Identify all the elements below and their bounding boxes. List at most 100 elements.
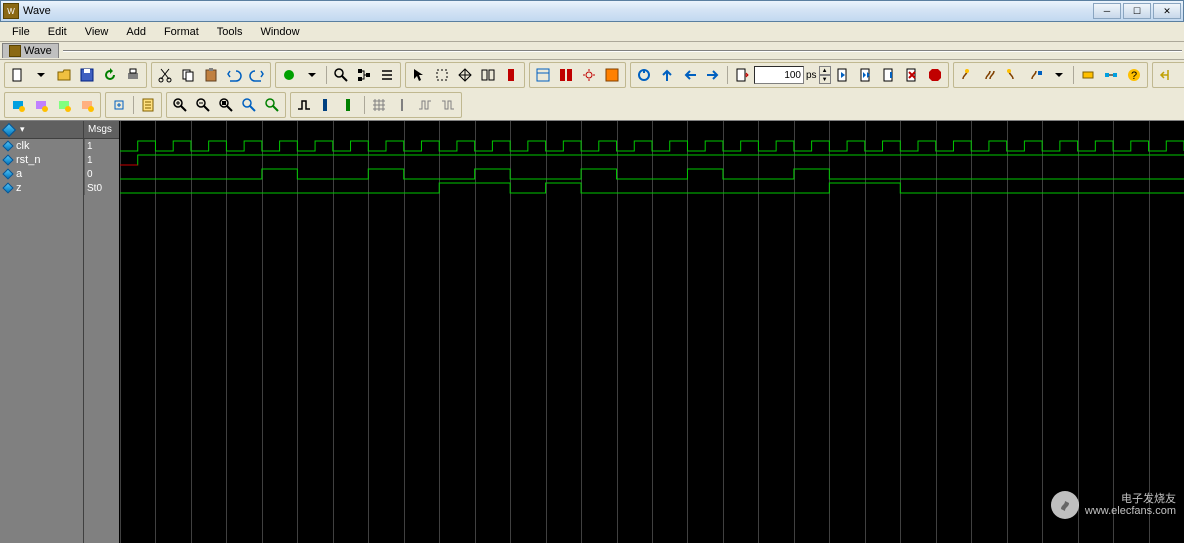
signal-panel-header[interactable]: ▾ [0, 121, 83, 139]
signal-value-z: St0 [84, 181, 119, 195]
waveform-canvas[interactable] [120, 121, 1184, 543]
signal-row-z[interactable]: z [0, 181, 83, 195]
settings-button[interactable] [578, 64, 600, 86]
minimize-button[interactable]: ─ [1093, 3, 1121, 19]
break-button[interactable] [500, 64, 522, 86]
new-dropdown[interactable] [30, 64, 52, 86]
signal-header-icon [4, 125, 14, 135]
open-button[interactable] [53, 64, 75, 86]
wave-format-analog-button[interactable] [339, 94, 361, 116]
paste-button[interactable] [200, 64, 222, 86]
zoom-out-button[interactable] [192, 94, 214, 116]
run-back-button[interactable] [679, 64, 701, 86]
waveform-clk [120, 139, 1184, 153]
print-button[interactable] [122, 64, 144, 86]
expand-button[interactable] [108, 94, 130, 116]
run-all-button[interactable] [855, 64, 877, 86]
cursor3-button[interactable] [1002, 64, 1024, 86]
wave-format-literal-button[interactable] [316, 94, 338, 116]
cut-button[interactable] [154, 64, 176, 86]
document-tab-bar: Wave [0, 42, 1184, 60]
run-time-input[interactable] [754, 66, 804, 84]
waveform-a [120, 167, 1184, 181]
wave-tab[interactable]: Wave [2, 43, 59, 58]
cursor-link-button[interactable] [1025, 64, 1047, 86]
svg-text:?: ? [1131, 70, 1137, 82]
filter-button[interactable] [601, 64, 623, 86]
signal-name-label: z [16, 182, 22, 194]
stop-button[interactable] [924, 64, 946, 86]
edge-prev-button[interactable] [1155, 64, 1177, 86]
add-list-button[interactable] [30, 94, 52, 116]
run-up-button[interactable] [656, 64, 678, 86]
step-button[interactable] [731, 64, 753, 86]
run-button[interactable] [832, 64, 854, 86]
signal-format-button[interactable] [414, 94, 436, 116]
toolbar-area: ps ▲▼ ? [0, 60, 1184, 120]
menubar: File Edit View Add Format Tools Window [0, 22, 1184, 42]
signal-row-a[interactable]: a [0, 167, 83, 181]
cursor1-button[interactable] [956, 64, 978, 86]
zoom-in-button[interactable] [169, 94, 191, 116]
properties-button[interactable] [137, 94, 159, 116]
cursor2-button[interactable] [979, 64, 1001, 86]
add-wave-button[interactable] [7, 94, 29, 116]
copy-button[interactable] [177, 64, 199, 86]
add-log-button[interactable] [53, 94, 75, 116]
edit-mode-button[interactable] [477, 64, 499, 86]
reload-button[interactable] [99, 64, 121, 86]
zoom-full-button[interactable] [215, 94, 237, 116]
signal-row-rst_n[interactable]: rst_n [0, 153, 83, 167]
signal-name-label: rst_n [16, 154, 40, 166]
layout-button[interactable] [532, 64, 554, 86]
divider-button[interactable] [391, 94, 413, 116]
list-button[interactable] [376, 64, 398, 86]
memory-button[interactable] [1077, 64, 1099, 86]
zoom-cursor-button[interactable] [238, 94, 260, 116]
menu-window[interactable]: Window [252, 24, 307, 40]
signal-format2-button[interactable] [437, 94, 459, 116]
tile-button[interactable] [555, 64, 577, 86]
menu-add[interactable]: Add [118, 24, 154, 40]
restart-button[interactable] [633, 64, 655, 86]
wave-tab-icon [9, 45, 21, 57]
compile-dropdown[interactable] [301, 64, 323, 86]
signal-values-panel: Msgs 110St0 [84, 121, 120, 543]
menu-tools[interactable]: Tools [209, 24, 251, 40]
menu-view[interactable]: View [77, 24, 117, 40]
edge-next-button[interactable] [1178, 64, 1184, 86]
menu-file[interactable]: File [4, 24, 38, 40]
break-sim-button[interactable] [901, 64, 923, 86]
signal-icon [2, 182, 13, 193]
new-button[interactable] [7, 64, 29, 86]
menu-edit[interactable]: Edit [40, 24, 75, 40]
maximize-button[interactable]: ☐ [1123, 3, 1151, 19]
undo-button[interactable] [223, 64, 245, 86]
run-forward-button[interactable] [702, 64, 724, 86]
signal-value-rst_n: 1 [84, 153, 119, 167]
signal-name-label: clk [16, 140, 29, 152]
wave-format-logic-button[interactable] [293, 94, 315, 116]
waveform-z [120, 181, 1184, 195]
menu-format[interactable]: Format [156, 24, 207, 40]
select-mode-button[interactable] [408, 64, 430, 86]
grid-button[interactable] [368, 94, 390, 116]
tab-divider [63, 50, 1182, 52]
add-dataflow-button[interactable] [76, 94, 98, 116]
help-button[interactable]: ? [1123, 64, 1145, 86]
save-button[interactable] [76, 64, 98, 86]
continue-button[interactable] [878, 64, 900, 86]
close-button[interactable]: ✕ [1153, 3, 1181, 19]
zoom-mode-button[interactable] [431, 64, 453, 86]
run-time-unit: ps [805, 70, 818, 81]
signal-row-clk[interactable]: clk [0, 139, 83, 153]
redo-button[interactable] [246, 64, 268, 86]
pan-mode-button[interactable] [454, 64, 476, 86]
compile-button[interactable] [278, 64, 300, 86]
zoom-range-button[interactable] [261, 94, 283, 116]
time-spinner[interactable]: ▲▼ [819, 66, 831, 84]
find-button[interactable] [330, 64, 352, 86]
dataflow-button[interactable] [1100, 64, 1122, 86]
structure-button[interactable] [353, 64, 375, 86]
cursor-dropdown[interactable] [1048, 64, 1070, 86]
